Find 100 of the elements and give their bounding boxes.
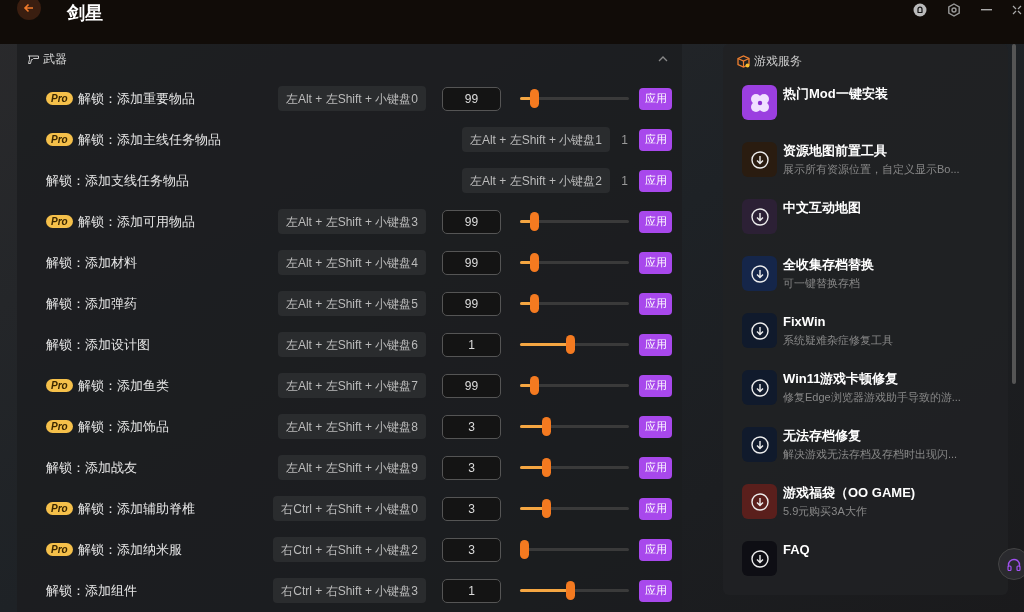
apply-button[interactable]: 应用 <box>639 87 672 110</box>
window-title: 剑星 <box>67 3 103 23</box>
service-title[interactable]: FAQ <box>783 541 810 559</box>
hotkey-label: 左Alt + 左Shift + 小键盘9 <box>277 455 426 480</box>
minimize-icon[interactable] <box>981 9 992 11</box>
apply-button[interactable]: 应用 <box>639 456 672 479</box>
service-title[interactable]: 无法存档修复 <box>783 427 958 445</box>
value-input[interactable]: 3 <box>442 414 501 439</box>
value-input[interactable]: 1 <box>442 578 501 603</box>
apply-button[interactable]: 应用 <box>639 538 672 561</box>
hotkey-label: 右Ctrl + 右Shift + 小键盘0 <box>273 496 426 521</box>
slider[interactable] <box>520 212 629 231</box>
slider-thumb[interactable] <box>520 540 529 559</box>
slider[interactable] <box>520 335 629 354</box>
slider-thumb[interactable] <box>566 335 575 354</box>
settings-icon[interactable] <box>947 3 961 17</box>
slider-thumb[interactable] <box>530 212 539 231</box>
chevron-up-icon <box>658 56 668 62</box>
download-icon <box>750 549 769 568</box>
slider-thumb[interactable] <box>530 89 539 108</box>
apply-button[interactable]: 应用 <box>639 333 672 356</box>
option-label: 解锁：添加饰品 <box>77 417 169 436</box>
slider[interactable] <box>520 417 629 436</box>
option-label: 解锁：添加可用物品 <box>77 212 195 231</box>
option-label: 解锁：添加纳米服 <box>77 540 182 559</box>
slider[interactable] <box>520 294 629 313</box>
slider[interactable] <box>520 458 629 477</box>
apply-button[interactable]: 应用 <box>639 497 672 520</box>
apply-button[interactable]: 应用 <box>639 210 672 233</box>
option-label: 解锁：添加辅助脊椎 <box>77 499 195 518</box>
value-input[interactable]: 1 <box>442 332 501 357</box>
slider-thumb[interactable] <box>530 294 539 313</box>
service-icon[interactable] <box>742 85 777 120</box>
service-icon[interactable] <box>742 484 777 519</box>
service-title[interactable]: 游戏福袋（OO GAME) <box>783 484 916 502</box>
value-input[interactable]: 3 <box>442 455 501 480</box>
service-icon[interactable] <box>742 199 777 234</box>
hotkey-label: 左Alt + 左Shift + 小键盘6 <box>277 332 426 357</box>
apply-button[interactable]: 应用 <box>639 128 672 151</box>
hotkey-label: 右Ctrl + 右Shift + 小键盘2 <box>273 537 426 562</box>
slider-thumb[interactable] <box>566 581 575 600</box>
pro-badge: Pro <box>46 133 73 146</box>
download-icon <box>750 435 769 454</box>
flower-icon <box>748 91 771 114</box>
apply-button[interactable]: 应用 <box>639 579 672 602</box>
back-button[interactable] <box>17 0 41 20</box>
value-input[interactable]: 99 <box>442 291 501 316</box>
service-icon[interactable] <box>742 142 777 177</box>
service-title[interactable]: 中文互动地图 <box>783 199 861 217</box>
download-icon <box>750 150 769 169</box>
value-input[interactable]: 99 <box>442 373 501 398</box>
apply-button[interactable]: 应用 <box>639 169 672 192</box>
hotkey-label: 左Alt + 左Shift + 小键盘1 <box>461 127 610 152</box>
option-label: 解锁：添加弹药 <box>46 294 137 313</box>
pro-badge: Pro <box>46 420 73 433</box>
slider-thumb[interactable] <box>542 499 551 518</box>
service-description: 可一键替换存档 <box>783 276 861 291</box>
service-icon[interactable] <box>742 427 777 462</box>
back-arrow-icon <box>23 2 35 14</box>
slider[interactable] <box>520 499 629 518</box>
apply-button[interactable]: 应用 <box>639 292 672 315</box>
notification-icon[interactable] <box>913 3 927 17</box>
service-title[interactable]: Win11游戏卡顿修复 <box>783 370 961 388</box>
service-icon[interactable] <box>742 313 777 348</box>
service-description: 系统疑难杂症修复工具 <box>783 333 893 348</box>
service-icon[interactable] <box>742 370 777 405</box>
box-icon <box>737 54 750 68</box>
value-input[interactable]: 99 <box>442 209 501 234</box>
service-icon[interactable] <box>742 541 777 576</box>
slider[interactable] <box>520 253 629 272</box>
scrollbar[interactable] <box>1012 44 1016 384</box>
value-input[interactable]: 99 <box>442 86 501 111</box>
slider-thumb[interactable] <box>530 253 539 272</box>
option-label: 解锁：添加材料 <box>46 253 137 272</box>
service-title[interactable]: 资源地图前置工具 <box>783 142 960 160</box>
slider[interactable] <box>520 89 629 108</box>
apply-button[interactable]: 应用 <box>639 251 672 274</box>
pro-badge: Pro <box>46 215 73 228</box>
slider-thumb[interactable] <box>530 376 539 395</box>
slider-thumb[interactable] <box>542 458 551 477</box>
slider-thumb[interactable] <box>542 417 551 436</box>
slider[interactable] <box>520 540 629 559</box>
value-input[interactable]: 99 <box>442 250 501 275</box>
apply-button[interactable]: 应用 <box>639 415 672 438</box>
service-title[interactable]: FixWin <box>783 313 893 331</box>
hotkey-label: 左Alt + 左Shift + 小键盘7 <box>277 373 426 398</box>
service-title[interactable]: 全收集存档替换 <box>783 256 874 274</box>
apply-button[interactable]: 应用 <box>639 374 672 397</box>
pro-badge: Pro <box>46 92 73 105</box>
slider[interactable] <box>520 376 629 395</box>
slider[interactable] <box>520 581 629 600</box>
service-title[interactable]: 热门Mod一键安装 <box>783 85 888 103</box>
hotkey-label: 左Alt + 左Shift + 小键盘5 <box>277 291 426 316</box>
pro-badge: Pro <box>46 379 73 392</box>
service-icon[interactable] <box>742 256 777 291</box>
value-input[interactable]: 3 <box>442 537 501 562</box>
maximize-icon[interactable] <box>1012 5 1022 15</box>
value-input[interactable]: 3 <box>442 496 501 521</box>
hotkey-label: 右Ctrl + 右Shift + 小键盘3 <box>273 578 426 603</box>
section-title: 武器 <box>43 51 67 68</box>
